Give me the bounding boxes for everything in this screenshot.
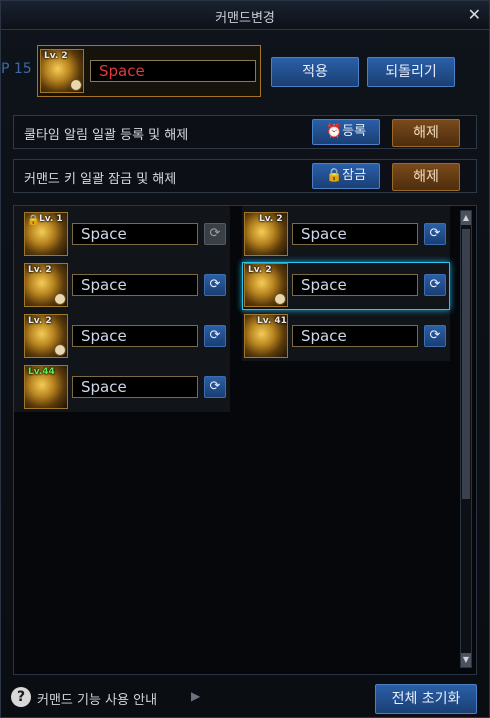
selected-skill-panel: Lv. 2 Space <box>37 45 261 97</box>
close-icon[interactable]: ✕ <box>468 5 481 24</box>
skill-level: Lv. 2 <box>28 316 52 326</box>
skill-level: Lv.44 <box>28 367 55 377</box>
skill-icon[interactable]: Lv. 2 <box>24 263 68 307</box>
command-change-window: 커맨드변경 ✕ P 15 Lv. 2 Space 적용 되돌리기 쿨타임 알림 … <box>0 0 490 718</box>
reset-command-icon[interactable]: ⟳ <box>424 223 446 245</box>
lock-all-button[interactable]: 🔒잠금 <box>312 163 380 189</box>
window-title: 커맨드변경 <box>215 11 275 26</box>
lock-icon: 🔒 <box>325 168 343 183</box>
lock-icon: 🔒 <box>27 215 40 226</box>
apply-button[interactable]: 적용 <box>271 57 359 87</box>
cooltime-release-button[interactable]: 해제 <box>392 119 460 147</box>
clock-icon <box>274 293 286 305</box>
clock-icon <box>54 293 66 305</box>
skill-icon[interactable]: Lv. 2 <box>24 314 68 358</box>
reset-command-icon[interactable]: ⟳ <box>204 325 226 347</box>
reset-all-button[interactable]: 전체 초기화 <box>375 684 477 714</box>
reset-command-icon[interactable]: ⟳ <box>204 223 226 245</box>
reset-command-icon[interactable]: ⟳ <box>424 325 446 347</box>
scrollbar[interactable]: ▲ ▼ <box>460 210 472 668</box>
selected-command-field[interactable]: Space <box>90 60 256 82</box>
skill-level: Lv. 2 <box>44 51 68 61</box>
background-fragment-text: P 15 <box>1 61 32 77</box>
skill-icon[interactable]: Lv. 41 <box>244 314 288 358</box>
help-guide-link[interactable]: 커맨드 기능 사용 안내 <box>37 689 157 708</box>
command-field[interactable]: Space <box>72 274 198 296</box>
command-lock-label: 커맨드 키 일괄 잠금 및 해제 <box>24 172 177 187</box>
skill-command-list: 🔒 Lv. 1 Space ⟳ Lv. 2 Space ⟳ Lv. 2 Spac… <box>13 205 477 675</box>
reset-command-icon[interactable]: ⟳ <box>204 274 226 296</box>
skill-level: Lv. 1 <box>39 214 63 224</box>
skill-icon[interactable]: Lv. 2 <box>244 212 288 256</box>
command-field[interactable]: Space <box>72 325 198 347</box>
command-field[interactable]: Space <box>292 223 418 245</box>
alarm-clock-icon: ⏰ <box>325 124 343 139</box>
scroll-thumb[interactable] <box>462 229 470 499</box>
command-field[interactable]: Space <box>72 376 198 398</box>
skill-level: Lv. 41 <box>257 316 287 326</box>
command-field[interactable]: Space <box>292 274 418 296</box>
help-icon[interactable]: ? <box>11 687 31 707</box>
command-field[interactable]: Space <box>292 325 418 347</box>
clock-icon <box>54 344 66 356</box>
lock-label: 잠금 <box>342 168 367 183</box>
skill-icon[interactable]: Lv.44 <box>24 365 68 409</box>
reset-command-icon[interactable]: ⟳ <box>204 376 226 398</box>
command-field[interactable]: Space <box>72 223 198 245</box>
command-lock-row: 커맨드 키 일괄 잠금 및 해제 🔒잠금 해제 <box>13 159 477 193</box>
revert-button[interactable]: 되돌리기 <box>367 57 455 87</box>
selected-skill-icon: Lv. 2 <box>40 49 84 93</box>
skill-level: Lv. 2 <box>259 214 283 224</box>
scroll-down-icon[interactable]: ▼ <box>461 653 471 667</box>
reset-command-icon[interactable]: ⟳ <box>424 274 446 296</box>
cooltime-alert-row: 쿨타임 알림 일괄 등록 및 해제 ⏰등록 해제 <box>13 115 477 149</box>
register-label: 등록 <box>342 124 367 139</box>
clock-icon <box>70 79 82 91</box>
skill-level: Lv. 2 <box>248 265 272 275</box>
chevron-right-icon: ▶ <box>191 689 201 703</box>
skill-icon[interactable]: Lv. 2 <box>244 263 288 307</box>
scroll-up-icon[interactable]: ▲ <box>461 211 471 225</box>
cooltime-alert-label: 쿨타임 알림 일괄 등록 및 해제 <box>24 128 189 143</box>
skill-icon[interactable]: 🔒 Lv. 1 <box>24 212 68 256</box>
lock-release-button[interactable]: 해제 <box>392 163 460 191</box>
cooltime-register-button[interactable]: ⏰등록 <box>312 119 380 145</box>
skill-level: Lv. 2 <box>28 265 52 275</box>
title-bar[interactable]: 커맨드변경 ✕ <box>1 1 489 30</box>
